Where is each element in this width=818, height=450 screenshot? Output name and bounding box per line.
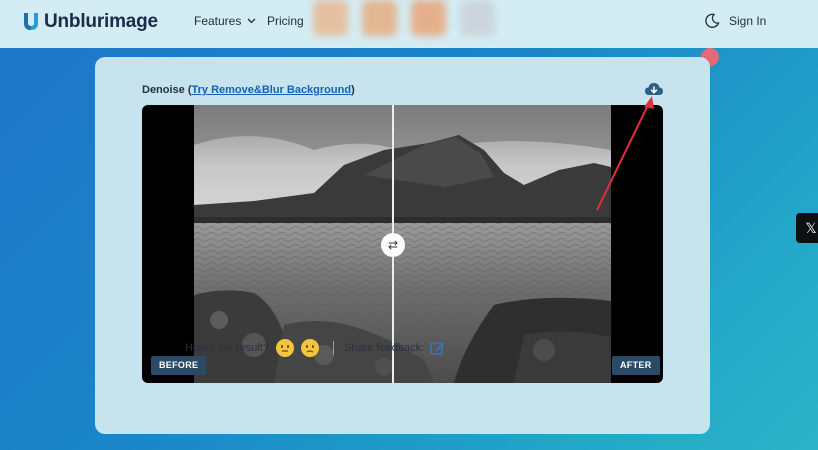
nav-features-menu[interactable]: Features [194, 14, 256, 28]
thumbnail [460, 0, 495, 36]
sign-in-link[interactable]: Sign In [729, 14, 766, 28]
nav-features-label: Features [194, 14, 242, 28]
thumbnail [313, 0, 348, 36]
remove-blur-background-link[interactable]: Try Remove&Blur Background [192, 84, 352, 96]
thumbnail [362, 0, 397, 36]
unamused-face-icon[interactable] [301, 339, 320, 357]
feedback-row: How's the result? Share feedback: [185, 339, 445, 357]
share-feedback-label: Share feedback: [344, 342, 425, 354]
thumbnail [411, 0, 446, 36]
title-prefix: Denoise ( [142, 84, 192, 96]
feedback-question: How's the result? [185, 342, 270, 354]
logo-icon [24, 13, 38, 30]
top-nav: Unblurimage Features Pricing Sign In [0, 0, 818, 48]
x-share-button[interactable]: 𝕏 [796, 213, 818, 243]
mouth-icon [306, 350, 314, 353]
moon-icon[interactable] [704, 13, 720, 29]
edit-icon[interactable] [430, 341, 445, 356]
mouth-icon [282, 350, 289, 352]
panel-title: Denoise (Try Remove&Blur Background) [142, 84, 355, 96]
after-label: AFTER [612, 356, 660, 375]
before-label: BEFORE [151, 356, 207, 375]
blurred-thumbnails [313, 0, 495, 36]
result-panel: Denoise (Try Remove&Blur Background) ⇄ B… [95, 57, 710, 434]
divider [333, 341, 335, 355]
nav-pricing-link[interactable]: Pricing [267, 14, 304, 28]
brand-logo[interactable]: Unblurimage [22, 11, 158, 33]
cloud-download-icon[interactable] [644, 81, 664, 99]
chevron-down-icon [247, 18, 256, 24]
title-suffix: ) [351, 84, 355, 96]
neutral-face-icon[interactable] [276, 339, 295, 357]
compare-slider-handle[interactable]: ⇄ [381, 233, 405, 257]
brand-name: Unblurimage [44, 11, 158, 32]
